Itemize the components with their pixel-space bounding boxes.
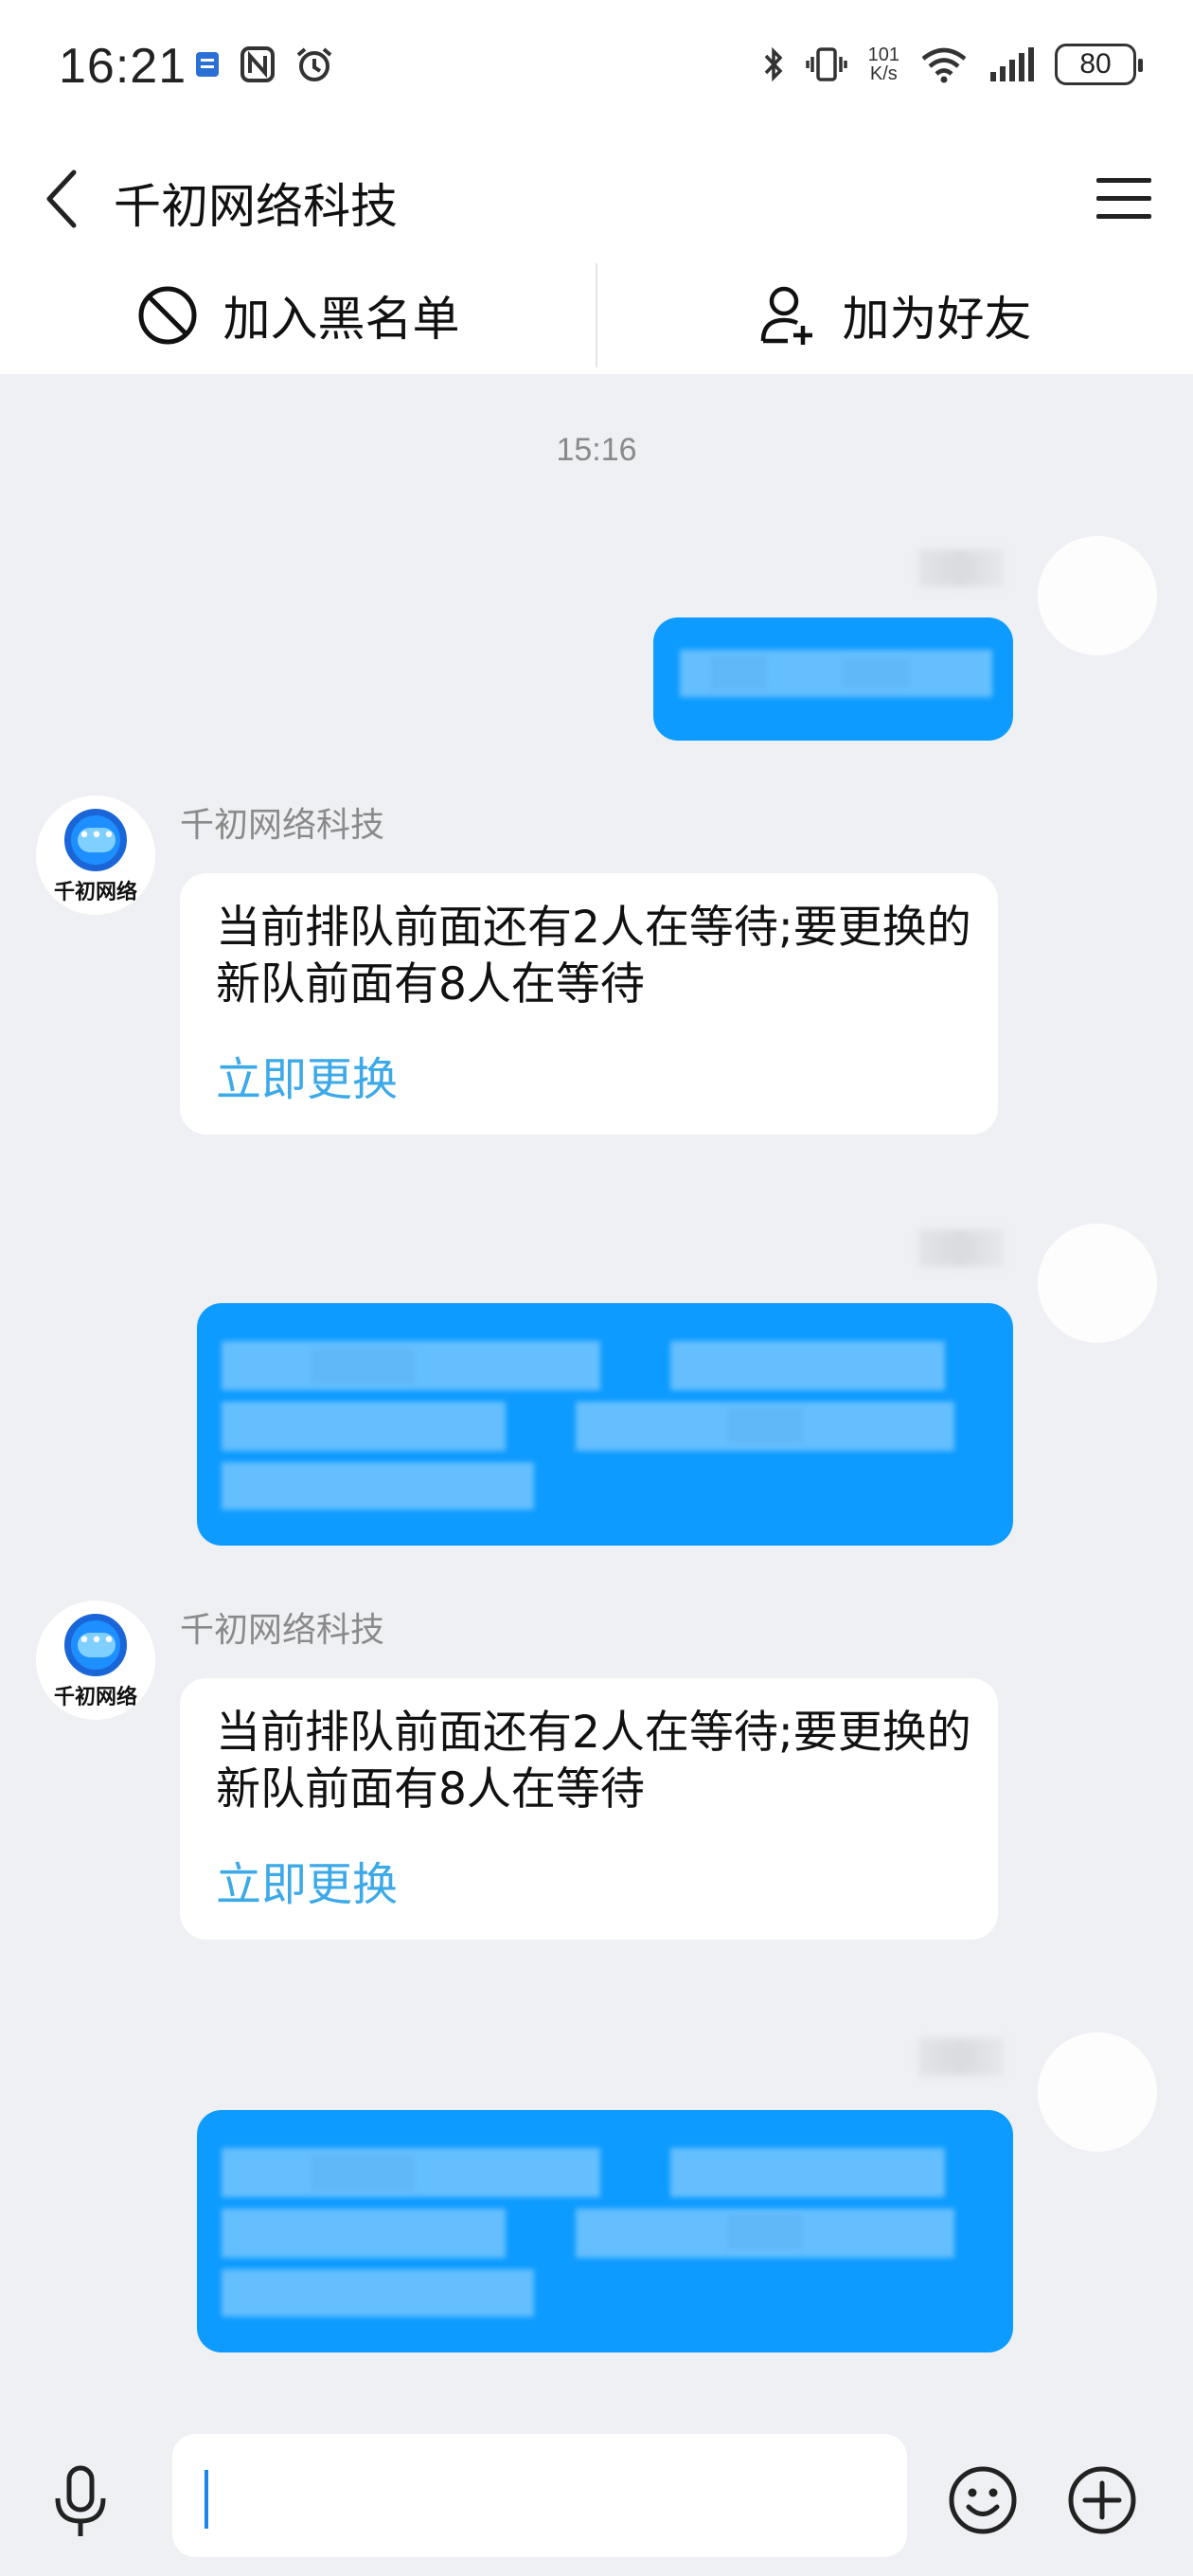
chat-timestamp: 15:16 [556,432,637,468]
battery-indicator: 80 [1055,44,1143,85]
status-bar: 16:21 101 K/s 80 [0,0,1193,142]
blacklist-label: 加入黑名单 [223,291,460,347]
bot-avatar[interactable]: ••• 千初网络 [36,1601,155,1720]
blacklist-button[interactable]: 加入黑名单 [0,256,596,374]
message-text: 当前排队前面还有2人在等待;要更换的新队前面有8人在等待 [216,1707,971,1816]
title-bar: 千初网络科技 [0,142,1193,256]
action-bar: 加入黑名单 加为好友 [0,256,1193,374]
avatar[interactable] [1038,2032,1157,2152]
message-card: 当前排队前面还有2人在等待;要更换的新队前面有8人在等待 立即更换 [180,873,998,1135]
message-bubble-self[interactable] [197,2110,1013,2352]
bot-avatar[interactable]: ••• 千初网络 [36,796,155,915]
sender-name-redacted [918,549,1004,587]
avatar[interactable] [1038,1224,1157,1343]
status-left-icons [194,45,334,83]
add-friend-button[interactable]: 加为好友 [597,256,1193,374]
sender-name: 千初网络科技 [180,806,385,845]
menu-icon[interactable] [1095,172,1153,225]
change-now-link[interactable]: 立即更换 [216,1042,398,1108]
message-card: 当前排队前面还有2人在等待;要更换的新队前面有8人在等待 立即更换 [180,1678,998,1940]
add-friend-label: 加为好友 [842,291,1032,347]
signal-icon [990,47,1034,81]
alarm-icon [296,47,332,81]
message-input[interactable] [172,2434,907,2557]
avatar[interactable] [1038,536,1157,655]
status-time: 16:21 [59,39,187,94]
add-user-icon [760,286,812,345]
plus-icon[interactable] [1066,2464,1138,2536]
network-speed-unit: K/s [869,63,898,84]
change-now-link[interactable]: 立即更换 [216,1847,398,1913]
bluetooth-icon [764,46,783,82]
nfc-icon [240,46,275,82]
message-text: 当前排队前面还有2人在等待;要更换的新队前面有8人在等待 [216,902,971,1011]
logo-text: 千初网络 [53,881,137,904]
sender-name-redacted [918,2038,1004,2076]
message-bubble-self[interactable] [197,1303,1013,1546]
input-bar [0,2415,1193,2576]
microphone-icon[interactable] [49,2464,112,2540]
text-caret [205,2470,208,2529]
block-icon [138,286,196,344]
network-speed-value: 101 [867,45,899,65]
logo-text: 千初网络 [53,1686,137,1709]
status-right-icons: 101 K/s 80 [762,44,1143,85]
vibrate-icon [805,47,847,81]
message-bubble-self[interactable] [653,617,1013,741]
app-notification-icon [196,52,219,77]
network-speed: 101 K/s [868,45,899,83]
wifi-icon [921,47,967,83]
page-title: 千初网络科技 [114,179,398,234]
sender-name: 千初网络科技 [180,1611,385,1650]
sender-name-redacted [918,1229,1004,1267]
back-arrow-icon[interactable] [38,161,91,237]
emoji-icon[interactable] [947,2464,1019,2536]
